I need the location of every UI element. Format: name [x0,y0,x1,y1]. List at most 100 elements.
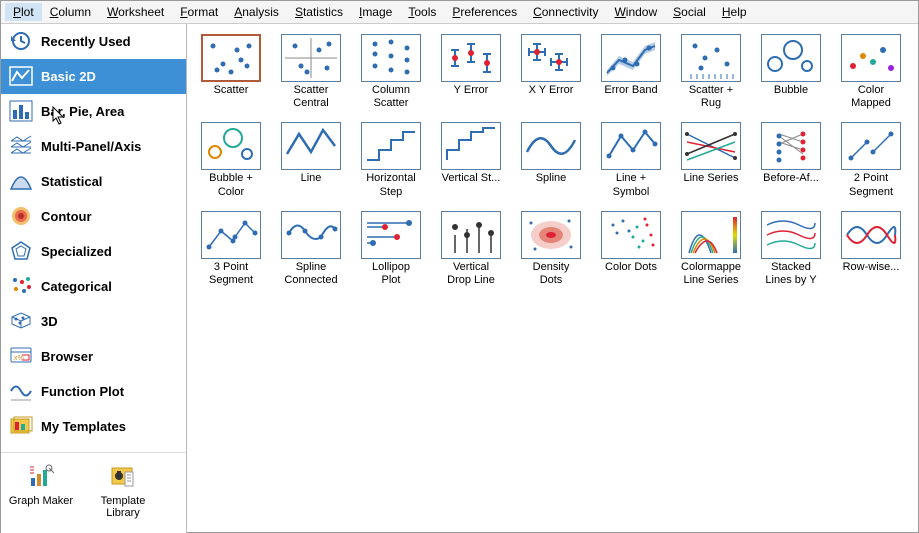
plot-scatter-rug[interactable]: Scatter + Rug [673,34,749,110]
plot-label: Row-wise... [843,261,900,274]
3d-icon [9,310,33,332]
plot-line-series[interactable]: Line Series [673,122,749,198]
plot-thumb-scatter-central [281,34,341,82]
bottom-label: Graph Maker [9,495,73,507]
plot-thumb-2pt [841,122,901,170]
plot-label: Color Dots [605,261,657,274]
sidebar-item-functionplot[interactable]: Function Plot [1,374,186,409]
sidebar-item-statistical[interactable]: Statistical [1,164,186,199]
sidebar-item-barpie[interactable]: Bar, Pie, Area [1,94,186,129]
plot-density[interactable]: Density Dots [513,211,589,287]
plot-thumb-spline-connected [281,211,341,259]
plot-thumb-spline [521,122,581,170]
sidebar-item-3d[interactable]: 3D [1,304,186,339]
mytemplates-icon [9,415,33,437]
plot-stacked-lines[interactable]: Stacked Lines by Y [753,211,829,287]
sidebar-item-specialized[interactable]: Specialized [1,234,186,269]
menu-tools[interactable]: Tools [400,3,444,21]
statistical-icon [9,170,33,192]
plot-bubble-color[interactable]: Bubble + Color [193,122,269,198]
plot-label: Error Band [604,84,657,97]
plot-color-mapped[interactable]: Color Mapped [833,34,909,110]
menu-image[interactable]: Image [351,3,400,21]
plot-label: Spline Connected [284,261,337,287]
plot-label: Bubble + Color [209,172,253,198]
plot-vdrop[interactable]: Vertical Drop Line [433,211,509,287]
basic2d-icon [9,65,33,87]
menu-plot[interactable]: Plot [5,3,42,21]
menu-worksheet[interactable]: Worksheet [99,3,172,21]
menu-format[interactable]: Format [172,3,226,21]
plot-spline-connected[interactable]: Spline Connected [273,211,349,287]
menu-window[interactable]: Window [606,3,665,21]
plot-line-symbol[interactable]: Line + Symbol [593,122,669,198]
plot-hstep[interactable]: Horizontal Step [353,122,429,198]
bottom-templatelib[interactable]: Template Library [89,463,157,519]
plot-cm-line-series[interactable]: Colormappe Line Series [673,211,749,287]
plot-thumb-color-mapped [841,34,901,82]
sidebar-item-basic2d[interactable]: Basic 2D [1,59,186,94]
menu-statistics[interactable]: Statistics [287,3,351,21]
plot-thumb-vdrop [441,211,501,259]
plot-thumb-line-symbol [601,122,661,170]
plot-scatter[interactable]: Scatter [193,34,269,110]
plot-label: Line [301,172,322,185]
plot-label: Scatter Central [293,84,328,110]
sidebar-item-label: Multi-Panel/Axis [41,139,141,154]
plot-thumb-error-band [601,34,661,82]
plot-thumb-scatter [201,34,261,82]
plot-label: X Y Error [529,84,574,97]
templatelib-icon [109,463,137,491]
plot-gallery: Scatter Scatter Central Column Scatter Y Er… [187,24,918,533]
plot-label: Vertical Drop Line [447,261,495,287]
plot-spline[interactable]: Spline [513,122,589,198]
plot-column-scatter[interactable]: Column Scatter [353,34,429,110]
menu-connectivity[interactable]: Connectivity [525,3,606,21]
plot-xy-error[interactable]: X Y Error [513,34,589,110]
plot-thumb-bubble-color [201,122,261,170]
sidebar-item-browser[interactable]: x%Browser [1,339,186,374]
barpie-icon [9,100,33,122]
menu-help[interactable]: Help [714,3,755,21]
plot-3pt[interactable]: 3 Point Segment [193,211,269,287]
contour-icon [9,205,33,227]
plot-thumb-xy-error [521,34,581,82]
plot-2pt[interactable]: 2 Point Segment [833,122,909,198]
recent-icon [9,30,33,52]
plot-label: Spline [536,172,567,185]
sidebar-item-mytemplates[interactable]: My Templates [1,409,186,444]
plot-bubble[interactable]: Bubble [753,34,829,110]
plot-vstep[interactable]: Vertical St... [433,122,509,198]
plot-lollipop[interactable]: Lollipop Plot [353,211,429,287]
sidebar-item-contour[interactable]: Contour [1,199,186,234]
menu-preferences[interactable]: Preferences [444,3,525,21]
bottom-graphmaker[interactable]: Graph Maker [7,463,75,519]
plot-label: Column Scatter [372,84,410,110]
sidebar: Recently Used Basic 2DBar, Pie, Area Multi… [1,24,187,533]
plot-error-band[interactable]: Error Band [593,34,669,110]
menu-social[interactable]: Social [665,3,714,21]
plot-y-error[interactable]: Y Error [433,34,509,110]
plot-before-after[interactable]: Before-Af... [753,122,829,198]
sidebar-item-categorical[interactable]: Categorical [1,269,186,304]
sidebar-item-multipanel[interactable]: Multi-Panel/Axis [1,129,186,164]
plot-label: Before-Af... [763,172,819,185]
sidebar-item-label: Browser [41,349,93,364]
menu-analysis[interactable]: Analysis [226,3,287,21]
plot-line[interactable]: Line [273,122,349,198]
plot-thumb-lollipop [361,211,421,259]
sidebar-item-recent[interactable]: Recently Used [1,24,186,59]
plot-scatter-central[interactable]: Scatter Central [273,34,349,110]
sidebar-item-label: Recently Used [41,34,131,49]
plot-label: Density Dots [533,261,570,287]
plot-color-dots[interactable]: Color Dots [593,211,669,287]
categorical-icon [9,275,33,297]
plot-thumb-column-scatter [361,34,421,82]
plot-thumb-line [281,122,341,170]
plot-row-wise[interactable]: Row-wise... [833,211,909,287]
sidebar-item-label: Contour [41,209,92,224]
plot-label: Scatter [214,84,249,97]
plot-label: Colormappe Line Series [681,261,741,287]
plot-label: Horizontal Step [366,172,416,198]
menu-column[interactable]: Column [42,3,99,21]
